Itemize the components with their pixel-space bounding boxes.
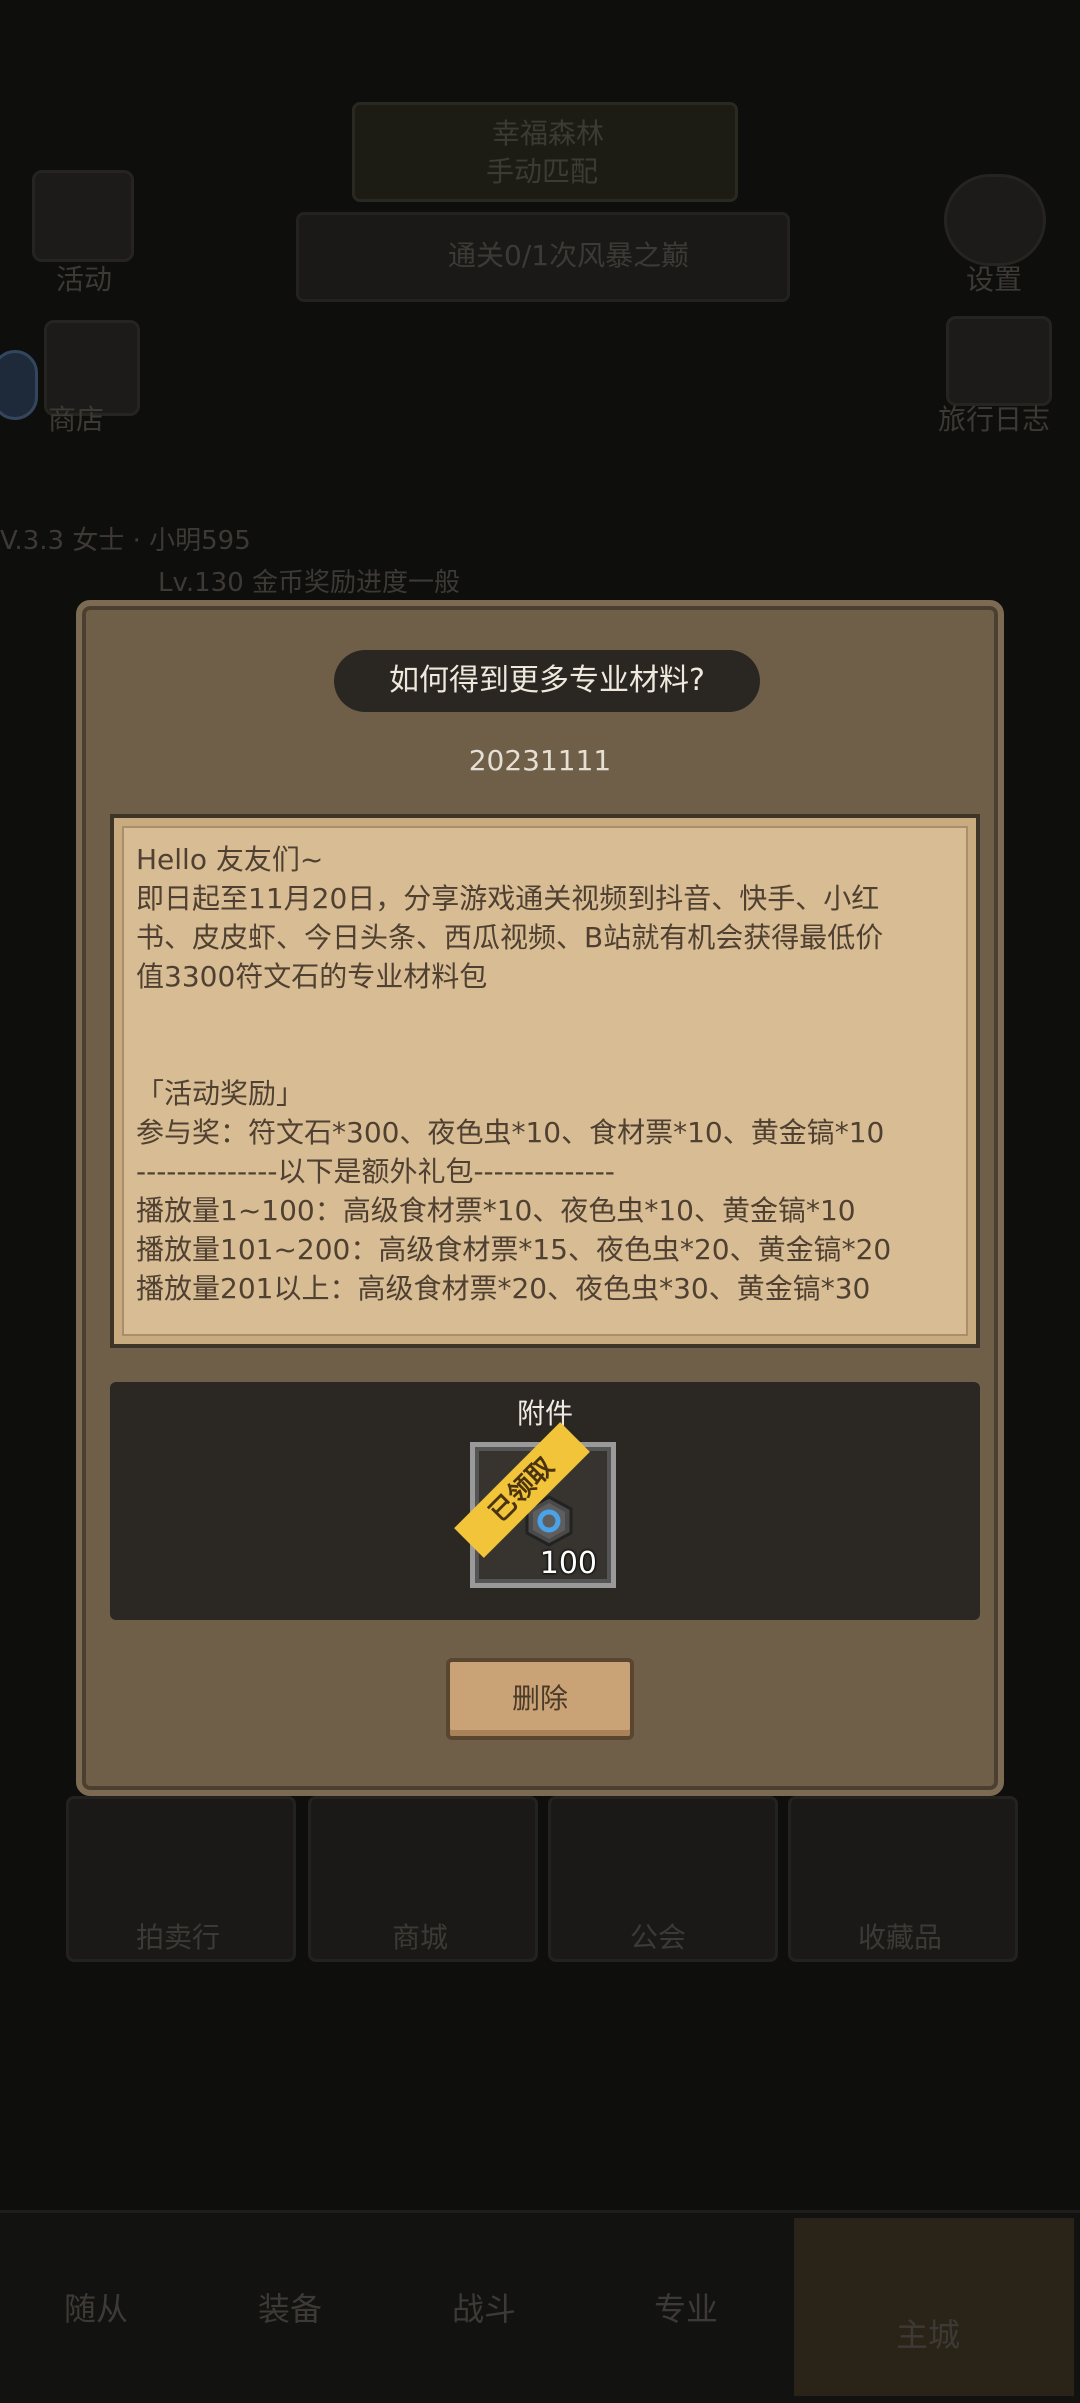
chat-line: Lv.130 金币奖励进度一般 — [158, 568, 461, 598]
delete-button[interactable]: 删除 — [446, 1658, 634, 1740]
player-line: V.3.3 女士 · 小明595 — [0, 526, 251, 556]
settings-label: 设置 — [966, 263, 1023, 296]
letter-line: 播放量101~200：高级食材票*15、夜色虫*20、黄金镐*20 — [136, 1233, 892, 1266]
tab-city-bg — [794, 2218, 1074, 2396]
mail-dialog: 如何得到更多专业材料? 20231111 Hello 友友们~ 即日起至11月20… — [76, 600, 1004, 1796]
letter-line — [136, 996, 958, 1035]
journal-icon — [946, 316, 1052, 406]
attachment-panel: 附件 已领取 100 — [110, 1382, 980, 1620]
item-count: 100 — [539, 1546, 597, 1581]
letter-line: 值3300符文石的专业材料包 — [136, 960, 488, 993]
grid-mall-label: 商城 — [392, 1921, 449, 1954]
tab-profession: 专业 — [654, 2290, 719, 2328]
letter-line: 即日起至11月20日，分享游戏通关视频到抖音、快手、小红 — [136, 882, 880, 915]
grid-guild-label: 公会 — [630, 1921, 687, 1954]
tab-city: 主城 — [896, 2316, 961, 2354]
letter-line — [136, 1035, 958, 1074]
dialog-date: 20231111 — [468, 744, 612, 777]
letter-line: 书、皮皮虾、今日头条、西瓜视频、B站就有机会获得最低价 — [136, 921, 884, 954]
tab-followers: 随从 — [64, 2290, 129, 2328]
letter-line: 播放量201以上：高级食材票*20、夜色虫*30、黄金镐*30 — [136, 1272, 871, 1305]
activity-icon — [32, 170, 134, 262]
letter-parchment: Hello 友友们~ 即日起至11月20日，分享游戏通关视频到抖音、快手、小红 书、… — [110, 814, 980, 1348]
letter-line: Hello 友友们~ — [136, 843, 324, 876]
grid-collection-label: 收藏品 — [858, 1921, 943, 1954]
banner-subtitle: 手动匹配 — [486, 155, 599, 188]
tab-equipment: 装备 — [258, 2290, 323, 2328]
avatar — [0, 350, 38, 420]
letter-line: 「活动奖励」 — [136, 1077, 305, 1110]
shop-label: 商店 — [48, 403, 105, 436]
letter-line: 参与奖：符文石*300、夜色虫*10、食材票*10、黄金镐*10 — [136, 1116, 885, 1149]
settings-icon — [944, 174, 1046, 266]
activity-label: 活动 — [56, 263, 113, 296]
banner-title: 幸福森林 — [492, 117, 605, 150]
quest-text: 通关0/1次风暴之巅 — [448, 239, 690, 272]
attachment-item-slot[interactable]: 已领取 100 — [454, 1422, 616, 1588]
letter-line: --------------以下是额外礼包-------------- — [136, 1155, 615, 1188]
journal-label: 旅行日志 — [938, 403, 1051, 436]
attachment-label: 附件 — [516, 1397, 573, 1430]
letter-body: Hello 友友们~ 即日起至11月20日，分享游戏通关视频到抖音、快手、小红 书、… — [136, 840, 958, 1308]
dialog-title: 如何得到更多专业材料? — [334, 650, 760, 712]
grid-auction-label: 拍卖行 — [136, 1921, 221, 1954]
letter-line: 播放量1~100：高级食材票*10、夜色虫*10、黄金镐*10 — [136, 1194, 856, 1227]
tab-battle: 战斗 — [452, 2290, 517, 2328]
